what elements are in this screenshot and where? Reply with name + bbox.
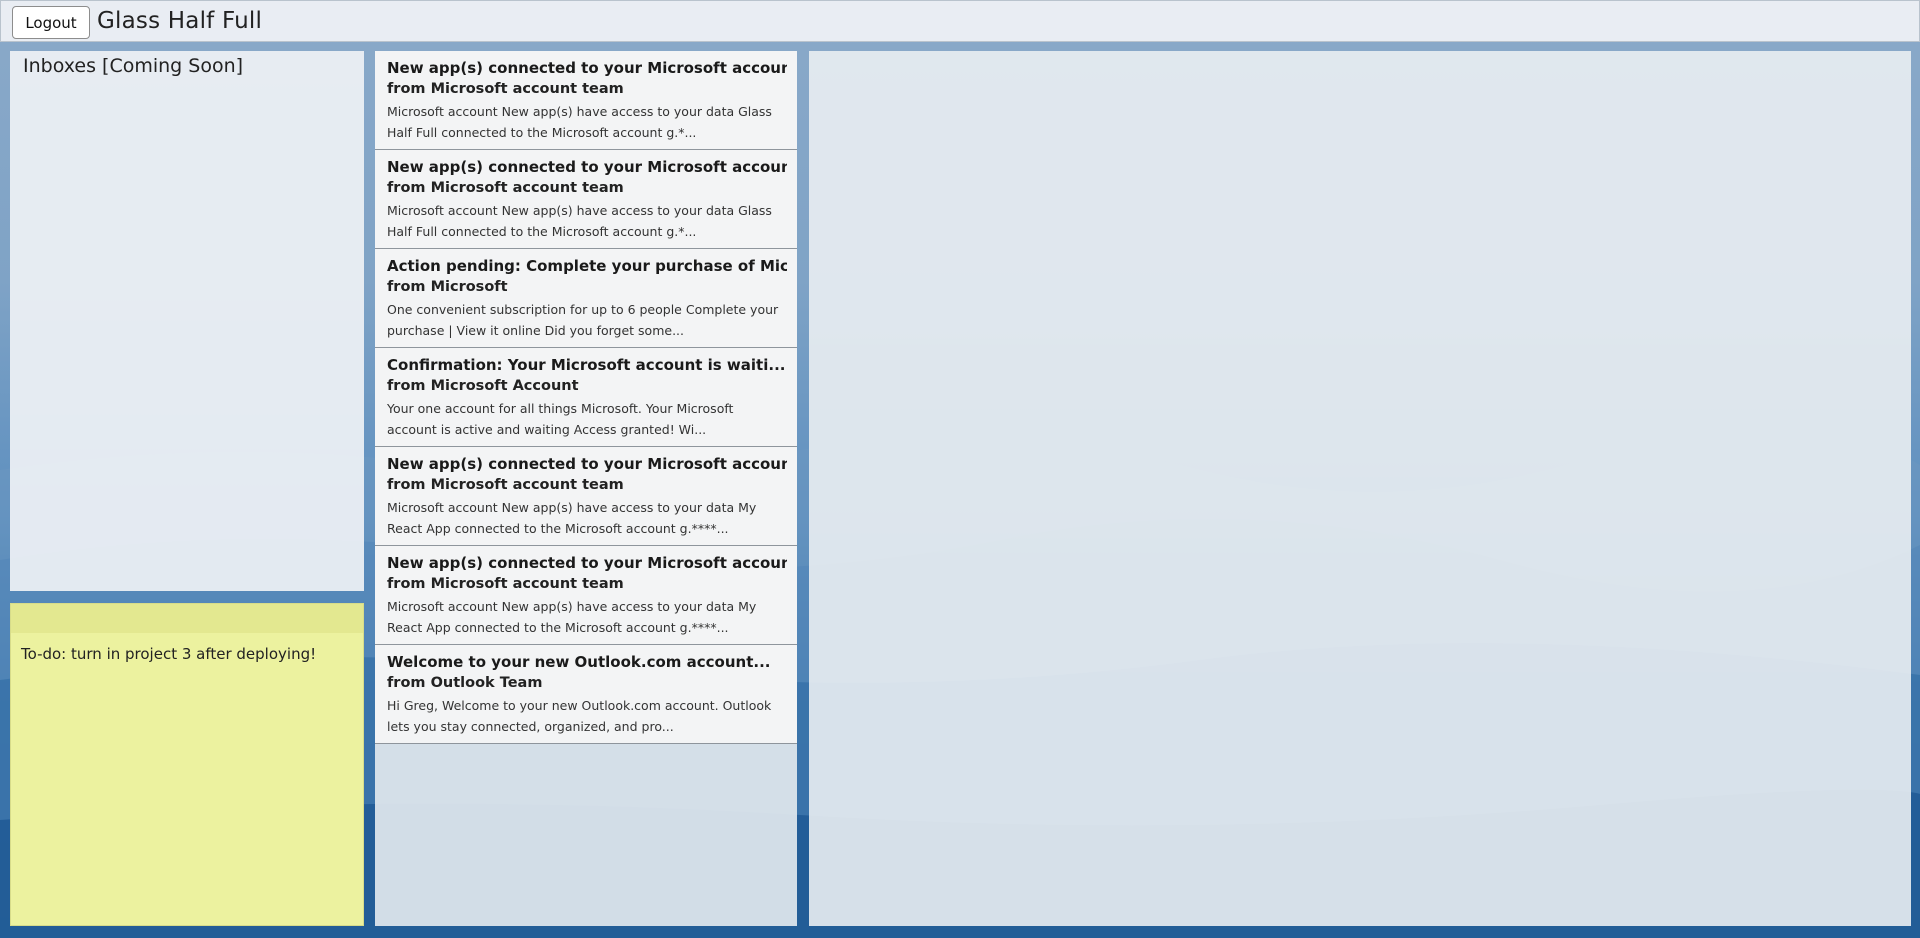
email-preview: Microsoft account New app(s) have access… <box>387 500 757 536</box>
email-subject: Action pending: Complete your purchase o… <box>387 257 787 275</box>
email-subject: Confirmation: Your Microsoft account is … <box>387 356 786 374</box>
email-subject: New app(s) connected to your Microsoft a… <box>387 158 787 176</box>
email-list-item[interactable]: New app(s) connected to your Microsoft a… <box>375 51 797 150</box>
email-list-item[interactable]: New app(s) connected to your Microsoft a… <box>375 150 797 249</box>
sticky-note-header[interactable] <box>11 604 363 633</box>
email-preview: Microsoft account New app(s) have access… <box>387 599 757 635</box>
email-sender: from Microsoft Account <box>387 378 579 394</box>
email-preview: Microsoft account New app(s) have access… <box>387 203 772 239</box>
top-bar: Logout Glass Half Full <box>0 0 1920 42</box>
sticky-note[interactable]: To-do: turn in project 3 after deploying… <box>10 603 364 926</box>
email-preview: One convenient subscription for up to 6 … <box>387 302 779 338</box>
email-list-item[interactable]: New app(s) connected to your Microsoft a… <box>375 447 797 546</box>
reading-pane <box>809 51 1911 926</box>
email-preview: Microsoft account New app(s) have access… <box>387 104 772 140</box>
email-sender: from Microsoft account team <box>387 477 624 493</box>
email-preview: Your one account for all things Microsof… <box>387 401 734 437</box>
email-list-item[interactable]: New app(s) connected to your Microsoft a… <box>375 546 797 645</box>
email-list-item[interactable]: Welcome to your new Outlook.com account.… <box>375 645 797 744</box>
inboxes-title: Inboxes [Coming Soon] <box>23 55 244 77</box>
logout-button[interactable]: Logout <box>12 6 90 39</box>
email-list-item[interactable]: Confirmation: Your Microsoft account is … <box>375 348 797 447</box>
email-sender: from Microsoft account team <box>387 81 624 97</box>
email-subject: New app(s) connected to your Microsoft a… <box>387 59 787 77</box>
email-sender: from Microsoft <box>387 279 508 295</box>
email-sender: from Microsoft account team <box>387 576 624 592</box>
inboxes-panel: Inboxes [Coming Soon] <box>10 51 364 591</box>
email-subject: New app(s) connected to your Microsoft a… <box>387 455 787 473</box>
email-subject: Welcome to your new Outlook.com account.… <box>387 653 771 671</box>
email-list-item[interactable]: Action pending: Complete your purchase o… <box>375 249 797 348</box>
app-title: Glass Half Full <box>97 8 263 34</box>
sticky-note-text[interactable]: To-do: turn in project 3 after deploying… <box>21 644 316 664</box>
email-list: New app(s) connected to your Microsoft a… <box>375 51 797 926</box>
email-preview: Hi Greg, Welcome to your new Outlook.com… <box>387 698 772 734</box>
email-sender: from Microsoft account team <box>387 180 624 196</box>
email-subject: New app(s) connected to your Microsoft a… <box>387 554 787 572</box>
email-sender: from Outlook Team <box>387 675 543 691</box>
